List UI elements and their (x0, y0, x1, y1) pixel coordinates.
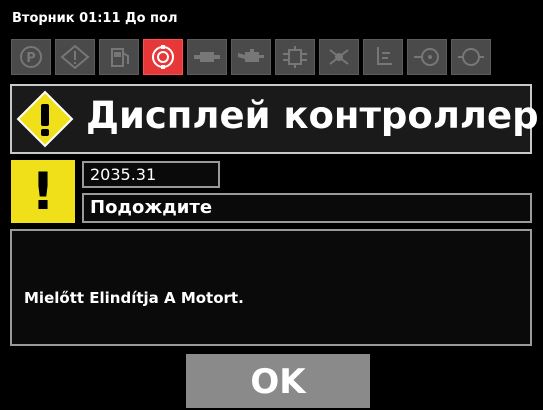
parking-brake-icon[interactable]: P (11, 39, 51, 75)
coolant-level-icon[interactable] (363, 39, 403, 75)
oil-can-icon[interactable] (231, 39, 271, 75)
warning-diamond-icon (16, 90, 74, 148)
value-field: 2035.31 (82, 161, 220, 188)
engine-block-icon[interactable] (143, 39, 183, 75)
exclamation-glyph: ! (31, 161, 55, 222)
svg-text:P: P (26, 51, 36, 66)
fuel-pump-icon[interactable] (99, 39, 139, 75)
ok-button[interactable]: OK (186, 354, 370, 408)
turbo-icon[interactable] (407, 39, 447, 75)
title-bar: Дисплей контроллер (10, 84, 539, 154)
message-box: Mielőtt Elindítja A Motort. (10, 229, 532, 346)
message-text: Mielőtt Elindítja A Motort. (24, 289, 244, 307)
page-title: Дисплей контроллер (86, 94, 539, 137)
warning-diamond-icon[interactable] (55, 39, 95, 75)
screen-frame: Вторник 01:11 До пол P Дисплей контролле… (8, 8, 539, 408)
fan-icon[interactable] (319, 39, 359, 75)
status-field: Подождите (82, 193, 532, 223)
exclamation-icon: ! (11, 160, 75, 223)
icon-toolbar: P (8, 33, 535, 83)
battery-plug-icon[interactable] (187, 39, 227, 75)
hydraulic-icon[interactable] (275, 39, 315, 75)
status-bar: Вторник 01:11 До пол (12, 11, 178, 26)
filter-icon[interactable] (451, 39, 491, 75)
